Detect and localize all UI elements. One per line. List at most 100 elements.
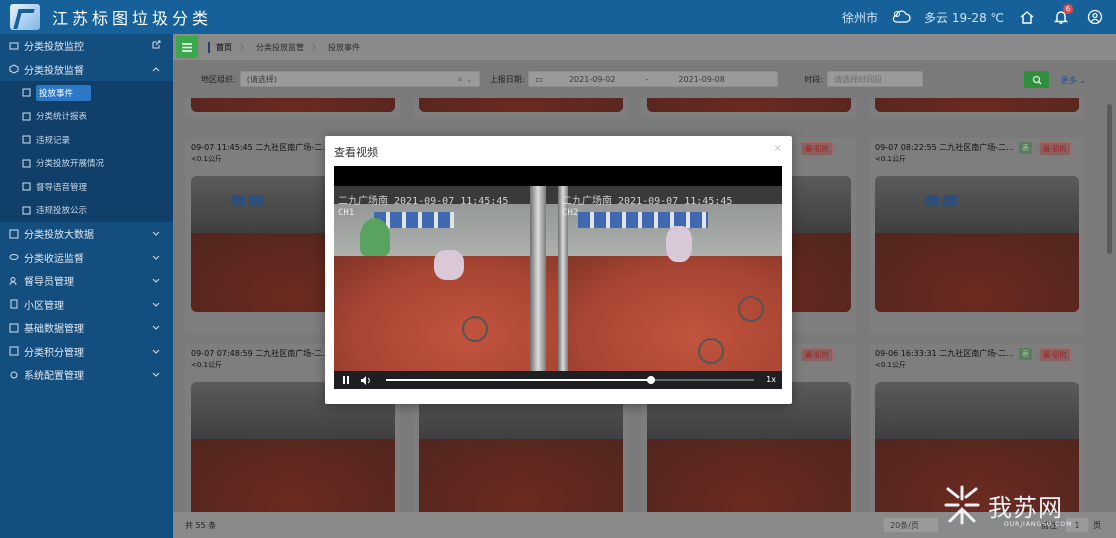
sidebar-item-label: 分类积分管理 [24, 347, 84, 359]
scrollbar[interactable] [1107, 104, 1112, 254]
playback-speed[interactable]: 1x [766, 375, 776, 384]
time-select[interactable]: 请选择时间段 [827, 71, 924, 87]
event-card[interactable] [413, 98, 628, 118]
eye-icon [9, 252, 19, 262]
event-card[interactable]: 09-07 08:22:55 二九社区南广场-二... 表 最-初的 <0.1公… [869, 138, 1084, 334]
sidebar-subitem-label: 分类统计报表 [36, 112, 88, 123]
status-tag: 最-初的 [1039, 142, 1071, 156]
event-card[interactable] [869, 98, 1084, 118]
chevron-down-icon [151, 228, 161, 241]
doc-icon [22, 159, 31, 168]
page-size-value: 20条/页 [890, 520, 919, 530]
menu-toggle-button[interactable] [176, 36, 198, 58]
sidebar-subitem-label: 投放事件 [36, 84, 92, 101]
monitor-icon [9, 41, 19, 51]
sidebar-item-label: 分类投放大数据 [24, 230, 94, 242]
sidebar-subitem-label: 违规记录 [36, 135, 71, 146]
event-image[interactable] [875, 176, 1079, 312]
sidebar-item-inspector[interactable]: 督导员管理 [0, 269, 173, 293]
date-range-input[interactable]: ▭ 2021-09-02 - 2021-09-08 [528, 71, 779, 87]
camera-feed-2: 二九广场南 2021-09-07 11:45:45 CH2 [558, 186, 782, 371]
sidebar-subitem-voice[interactable]: 督导语音管理 [0, 175, 173, 199]
external-link-icon[interactable] [151, 40, 161, 53]
doc-icon [22, 88, 31, 97]
time-label: 时段: [804, 74, 824, 84]
sidebar-subitem-progress[interactable]: 分类投放开展情况 [0, 152, 173, 176]
event-image[interactable] [419, 98, 623, 112]
sidebar-subitem-events[interactable]: 投放事件 [0, 81, 173, 105]
sidebar-item-basedata[interactable]: 基础数据管理 [0, 316, 173, 340]
sidebar-subitem-report[interactable]: 分类统计报表 [0, 105, 173, 129]
calendar-icon: ▭ [535, 74, 543, 84]
video-player[interactable]: 二九广场南 2021-09-07 11:45:45 CH1 二九广场南 2021… [334, 166, 782, 389]
bell-icon[interactable]: 6 [1050, 4, 1073, 28]
filter-bar: 地区组织: (请选择) × ⌄ 上报日期: ▭ 2021-09-02 - 202… [173, 66, 1116, 92]
chevron-down-icon [151, 252, 161, 265]
sidebar-item-settings[interactable]: 系统配置管理 [0, 363, 173, 387]
weather-label: 多云 19-28 ℃ [924, 9, 1004, 26]
doc-icon [22, 182, 31, 191]
sidebar-item-label: 督导员管理 [24, 277, 74, 289]
status-tag: 最-初的 [1039, 348, 1071, 362]
event-card[interactable] [641, 98, 856, 118]
volume-icon[interactable] [358, 372, 374, 388]
close-icon[interactable]: × [774, 143, 782, 154]
chevron-down-icon [151, 299, 161, 312]
chevron-down-icon [151, 346, 161, 359]
status-tag: 最-初的 [801, 142, 833, 156]
event-image[interactable] [647, 98, 851, 112]
database-icon [9, 323, 19, 333]
sidebar-item-label: 分类收运监督 [24, 253, 84, 265]
event-image[interactable] [191, 98, 395, 112]
clear-icon[interactable]: × ⌄ [457, 75, 473, 84]
more-filters-link[interactable]: 更多 ⌄ [1061, 75, 1086, 86]
weather-text: 多云 [923, 10, 948, 25]
sidebar-subitem-public[interactable]: 违规投放公示 [0, 199, 173, 223]
gear-icon [9, 370, 19, 380]
chevron-down-icon [151, 322, 161, 335]
progress-bar[interactable] [386, 376, 754, 384]
watermark-text: 我苏网 [988, 493, 1063, 522]
doc-icon [22, 135, 31, 144]
breadcrumb-module[interactable]: 分类投放监管 [256, 42, 304, 53]
sidebar-item-points[interactable]: 分类积分管理 [0, 340, 173, 364]
total-count: 共 55 条 [185, 520, 217, 530]
sidebar-item-community[interactable]: 小区管理 [0, 293, 173, 317]
camera-osd-1: 二九广场南 2021-09-07 11:45:45 [338, 196, 509, 207]
region-select[interactable]: (请选择) × ⌄ [239, 71, 480, 87]
city-label[interactable]: 徐州市 [842, 9, 878, 26]
notification-badge: 6 [1063, 4, 1073, 14]
app-logo [10, 4, 40, 30]
category-tag: 表 [1019, 142, 1032, 154]
region-label: 地区组织: [201, 74, 236, 84]
sidebar-item-supervise[interactable]: 分类投放监督 [0, 58, 173, 82]
progress-handle[interactable] [646, 376, 655, 384]
event-image[interactable] [875, 98, 1079, 112]
building-icon [9, 299, 19, 309]
user-icon[interactable] [1084, 6, 1106, 28]
breadcrumb-current: 投放事件 [328, 42, 360, 52]
search-button[interactable] [1024, 71, 1049, 88]
sidebar-subitem-label: 违规投放公示 [36, 206, 88, 217]
sidebar-item-bigdata[interactable]: 分类投放大数据 [0, 222, 173, 246]
camera-channel-1: CH1 [338, 208, 355, 218]
camera-feed-1: 二九广场南 2021-09-07 11:45:45 CH1 [334, 186, 558, 371]
sidebar-item-label: 基础数据管理 [24, 324, 84, 336]
event-card[interactable] [185, 98, 400, 118]
header-right: 徐州市 多云 19-28 ℃ 6 [842, 0, 1106, 34]
sidebar-item-collect[interactable]: 分类收运监督 [0, 246, 173, 270]
date-separator: - [645, 74, 649, 84]
sidebar-item-monitor[interactable]: 分类投放监控 [0, 34, 173, 58]
watermark-logo-icon [940, 483, 984, 527]
page-size-select[interactable]: 20条/页 [883, 517, 939, 533]
sidebar-subitem-violations[interactable]: 违规记录 [0, 128, 173, 152]
chevron-down-icon [151, 369, 161, 382]
breadcrumb-sep: 〉 [240, 42, 248, 52]
pause-icon[interactable] [338, 372, 354, 388]
breadcrumb-home[interactable]: 首页 [208, 41, 232, 53]
sidebar-item-label: 系统配置管理 [24, 371, 84, 383]
sidebar: 分类投放监控 分类投放监督 投放事件 分类统计报表 违规记录 分类投放开展情况 … [0, 34, 173, 538]
camera-channel-2: CH2 [562, 208, 579, 218]
watermark-subtext: OURJIANGSU.COM [1004, 521, 1073, 528]
home-icon[interactable] [1016, 6, 1038, 28]
